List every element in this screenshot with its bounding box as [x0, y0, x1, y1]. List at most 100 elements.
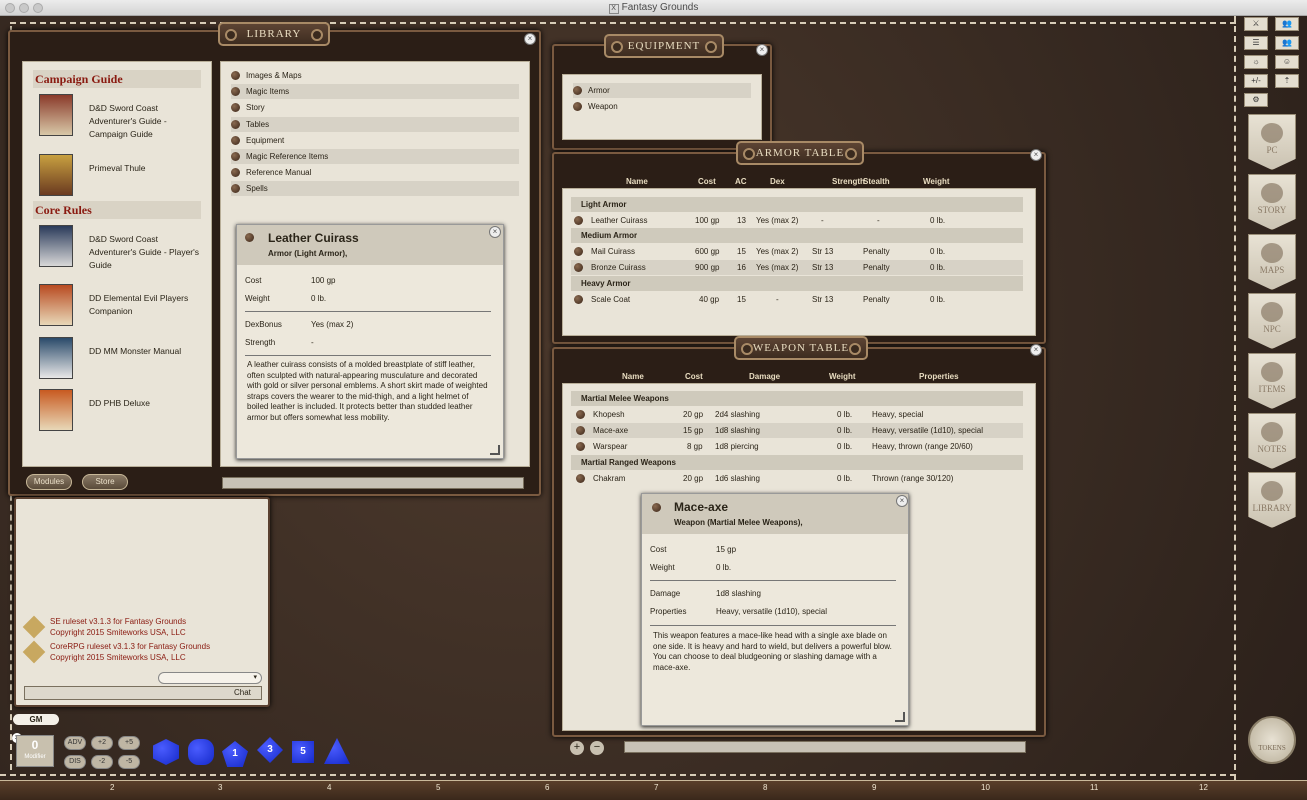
armor-table-title: ARMOR TABLE	[736, 141, 864, 165]
sidebar-npc-button[interactable]: NPC	[1248, 293, 1296, 349]
properties-label: Properties	[650, 607, 687, 616]
sidebar-notes-button[interactable]: NOTES	[1248, 413, 1296, 469]
d6-die-icon[interactable]: 5	[292, 741, 314, 763]
category-item[interactable]: Tables	[231, 117, 519, 132]
table-row[interactable]: Khopesh 20 gp 2d4 slashing 0 lb. Heavy, …	[571, 407, 1023, 422]
book-icon	[1261, 481, 1283, 501]
table-row[interactable]: Mace-axe 15 gp 1d8 slashing 0 lb. Heavy,…	[571, 423, 1023, 438]
zoom-window-button[interactable]	[33, 3, 43, 13]
weapon-table-title: WEAPON TABLE	[734, 336, 868, 360]
minimize-window-button[interactable]	[19, 3, 29, 13]
list-icon[interactable]: ☰	[1244, 36, 1268, 50]
armor-stealth: Penalty	[863, 263, 890, 272]
close-icon[interactable]: ×	[1030, 344, 1042, 356]
armor-dex: Yes (max 2)	[756, 247, 799, 256]
quill-icon	[1261, 422, 1283, 442]
dis-button[interactable]: DIS	[64, 755, 86, 769]
damage-label: Damage	[650, 589, 681, 598]
weapon-filter-input[interactable]	[624, 741, 1026, 753]
close-icon[interactable]: ×	[756, 44, 768, 56]
module-cover[interactable]	[39, 337, 73, 379]
lighting-icon[interactable]: ☼	[1244, 55, 1268, 69]
d12-die-icon[interactable]	[188, 739, 214, 765]
speaker-select[interactable]: ▾	[158, 672, 262, 684]
leather-cuirass-record[interactable]: Leather Cuirass Armor (Light Armor), × C…	[236, 224, 504, 459]
library-filter-input[interactable]	[222, 477, 524, 489]
store-button[interactable]: Store	[82, 474, 128, 490]
adv-button[interactable]: ADV	[64, 736, 86, 750]
equipment-item[interactable]: Armor	[573, 83, 751, 98]
chat-input[interactable]	[24, 686, 262, 700]
mace-axe-record[interactable]: Mace-axe Weapon (Martial Melee Weapons),…	[641, 493, 909, 726]
bullet-icon	[576, 426, 585, 435]
modules-button[interactable]: Modules	[26, 474, 72, 490]
table-row[interactable]: Scale Coat 40 gp 15 - Str 13 Penalty 0 l…	[571, 292, 1023, 307]
pointer-icon[interactable]: ⇡	[1275, 74, 1299, 88]
sidebar-library-button[interactable]: LIBRARY	[1248, 472, 1296, 528]
tokens-button[interactable]: TOKENS	[1248, 716, 1296, 764]
armor-stealth: -	[877, 216, 880, 225]
sidebar-pc-button[interactable]: PC	[1248, 114, 1296, 170]
category-item[interactable]: Spells	[231, 181, 519, 196]
module-item[interactable]: DD Elemental Evil Players Companion	[89, 292, 199, 318]
minus5-button[interactable]: -5	[118, 755, 140, 769]
module-item[interactable]: DD PHB Deluxe	[89, 397, 199, 410]
armor-table-window[interactable]: Name Cost AC Dex Strength Stealth Weight…	[552, 149, 1046, 344]
party-icon[interactable]: 👥	[1275, 36, 1299, 50]
module-item[interactable]: DD MM Monster Manual	[89, 345, 199, 358]
add-icon[interactable]: +	[570, 741, 584, 755]
resize-handle-icon[interactable]	[490, 445, 500, 455]
category-item[interactable]: Magic Reference Items	[231, 149, 519, 164]
chat-window[interactable]: SE ruleset v3.1.3 for Fantasy Grounds Co…	[14, 497, 270, 707]
sidebar-maps-button[interactable]: MAPS	[1248, 234, 1296, 290]
module-cover[interactable]	[39, 94, 73, 136]
close-icon[interactable]: ×	[489, 226, 501, 238]
remove-icon[interactable]: −	[590, 741, 604, 755]
module-cover[interactable]	[39, 225, 73, 267]
ruler-tick: 9	[872, 783, 877, 792]
equipment-item[interactable]: Weapon	[573, 99, 751, 114]
category-item[interactable]: Story	[231, 100, 519, 115]
plus2-button[interactable]: +2	[91, 736, 113, 750]
module-cover[interactable]	[39, 284, 73, 326]
category-item[interactable]: Reference Manual	[231, 165, 519, 180]
table-row[interactable]: Bronze Cuirass 900 gp 16 Yes (max 2) Str…	[571, 260, 1023, 275]
equipment-window[interactable]: Armor Weapon ×	[552, 44, 772, 150]
close-icon[interactable]: ×	[1030, 149, 1042, 161]
party-sheet-icon[interactable]: 👥	[1275, 17, 1299, 31]
close-icon[interactable]: ×	[524, 33, 536, 45]
column-header: Properties	[919, 372, 959, 381]
combat-tracker-icon[interactable]: ⚔	[1244, 17, 1268, 31]
category-item[interactable]: Magic Items	[231, 84, 519, 99]
cost-value: 15 gp	[716, 545, 737, 554]
module-cover[interactable]	[39, 389, 73, 431]
category-item[interactable]: Images & Maps	[231, 68, 519, 83]
portrait-icon[interactable]: ☺	[1275, 55, 1299, 69]
category-item[interactable]: Equipment	[231, 133, 519, 148]
record-description: A leather cuirass consists of a molded b…	[247, 360, 488, 422]
table-row[interactable]: Warspear 8 gp 1d8 piercing 0 lb. Heavy, …	[571, 439, 1023, 454]
module-cover[interactable]	[39, 154, 73, 196]
plus5-button[interactable]: +5	[118, 736, 140, 750]
minus2-button[interactable]: -2	[91, 755, 113, 769]
armor-cost: 100 gp	[695, 216, 720, 225]
sidebar-items-button[interactable]: ITEMS	[1248, 353, 1296, 409]
modifier-value: 0	[31, 738, 39, 752]
module-item[interactable]: D&D Sword Coast Adventurer's Guide - Cam…	[89, 102, 199, 141]
armor-stealth: Penalty	[863, 295, 890, 304]
close-icon[interactable]: ×	[896, 495, 908, 507]
module-item[interactable]: D&D Sword Coast Adventurer's Guide - Pla…	[89, 233, 199, 272]
resize-handle-icon[interactable]	[895, 712, 905, 722]
close-window-button[interactable]	[5, 3, 15, 13]
armor-weight: 0 lb.	[930, 216, 946, 225]
bullet-icon	[574, 247, 583, 256]
modifiers-icon[interactable]: +/-	[1244, 74, 1268, 88]
sidebar-story-button[interactable]: STORY	[1248, 174, 1296, 230]
table-row[interactable]: Chakram 20 gp 1d6 slashing 0 lb. Thrown …	[571, 471, 1023, 486]
table-row[interactable]: Mail Cuirass 600 gp 15 Yes (max 2) Str 1…	[571, 244, 1023, 259]
chat-button[interactable]: Chat	[234, 688, 251, 697]
modifier-box[interactable]: 0 Modifier	[16, 735, 54, 767]
table-row[interactable]: Leather Cuirass 100 gp 13 Yes (max 2) - …	[571, 213, 1023, 228]
settings-icon[interactable]: ⚙	[1244, 93, 1268, 107]
module-item[interactable]: Primeval Thule	[89, 162, 199, 175]
